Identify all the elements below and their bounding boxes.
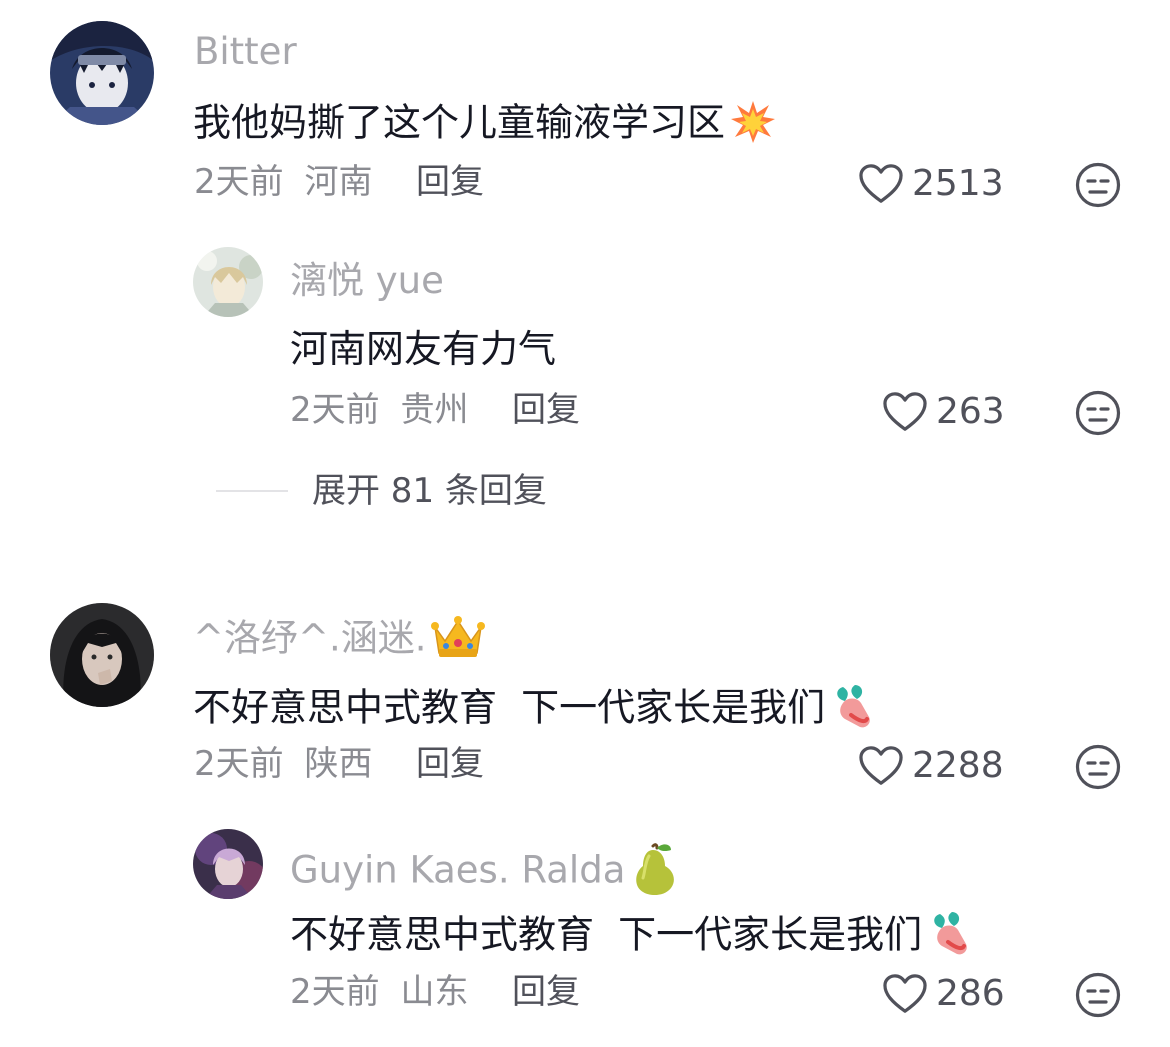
like-count: 263 [936, 391, 1005, 432]
like-button[interactable]: 2513 [858, 163, 1004, 205]
reply-button[interactable]: 回复 [512, 393, 580, 427]
avatar[interactable] [193, 247, 263, 317]
avatar[interactable] [50, 21, 154, 125]
reply-meta: 2天前 山东 [290, 975, 468, 1009]
reply-text: 河南网友有力气 [290, 327, 557, 371]
avatar[interactable] [50, 603, 154, 707]
reply-username-text: Guyin Kaes. Ralda [290, 848, 626, 892]
reply-time: 2天前 [290, 972, 380, 1012]
avatar[interactable] [193, 829, 263, 899]
expand-replies-button[interactable]: 展开 81 条回复 [216, 474, 547, 508]
comment-time: 2天前 [194, 162, 284, 202]
reply-location: 贵州 [400, 390, 469, 430]
comment-text-content: 我他妈撕了这个儿童输液学习区 [193, 100, 726, 145]
reply-username[interactable]: 漓悦 yue [290, 262, 444, 299]
heart-icon [858, 745, 904, 787]
like-count: 2288 [912, 745, 1004, 786]
comment-location: 河南 [304, 162, 373, 202]
like-count: 286 [936, 973, 1005, 1014]
like-button[interactable]: 2288 [858, 745, 1004, 787]
dislike-icon[interactable] [1075, 744, 1121, 790]
reply-text: 不好意思中式教育 下一代家长是我们 [290, 910, 974, 964]
reply-time: 2天前 [290, 390, 380, 430]
pear-emoji [629, 842, 679, 902]
comment-meta: 2天前 河南 [194, 165, 372, 199]
heart-icon [882, 391, 928, 433]
dislike-icon[interactable] [1075, 972, 1121, 1018]
collision-emoji [729, 99, 777, 151]
reply-meta: 2天前 贵州 [290, 393, 468, 427]
reply-button[interactable]: 回复 [512, 975, 580, 1009]
comment-text: 我他妈撕了这个儿童输液学习区 [193, 99, 777, 151]
like-count: 2513 [912, 163, 1004, 204]
dislike-icon[interactable] [1075, 162, 1121, 208]
comment-text: 不好意思中式教育 下一代家长是我们 [193, 683, 877, 737]
radish-emoji [926, 910, 974, 964]
reply-username[interactable]: Guyin Kaes. Ralda [290, 842, 679, 902]
comment-location: 陕西 [304, 744, 373, 784]
comment-username-text: ^洛纾^.涵迷. [193, 616, 427, 660]
reply-button[interactable]: 回复 [416, 747, 484, 781]
radish-emoji [829, 683, 877, 737]
dislike-icon[interactable] [1075, 390, 1121, 436]
heart-icon [858, 163, 904, 205]
crown-emoji [430, 615, 485, 665]
like-button[interactable]: 286 [882, 973, 1005, 1015]
reply-text-content: 不好意思中式教育 下一代家长是我们 [290, 912, 923, 957]
comment-text-content: 不好意思中式教育 下一代家长是我们 [193, 685, 826, 730]
like-button[interactable]: 263 [882, 391, 1005, 433]
heart-icon [882, 973, 928, 1015]
reply-location: 山东 [400, 972, 469, 1012]
comment-username[interactable]: ^洛纾^.涵迷. [193, 615, 485, 665]
reply-button[interactable]: 回复 [416, 165, 484, 199]
divider-line [216, 490, 288, 492]
comment-time: 2天前 [194, 744, 284, 784]
comment-username[interactable]: Bitter [194, 33, 297, 70]
comment-meta: 2天前 陕西 [194, 747, 372, 781]
expand-replies-label: 展开 81 条回复 [312, 471, 547, 511]
